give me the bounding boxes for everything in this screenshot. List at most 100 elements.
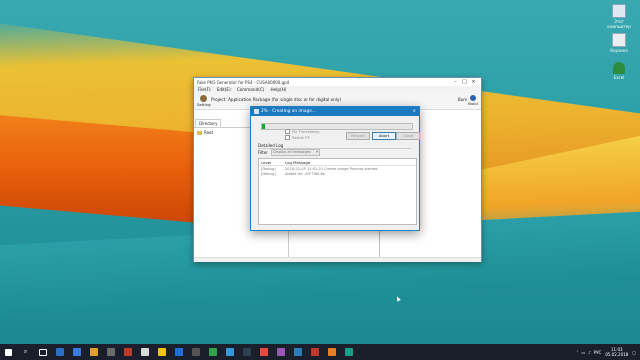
system-tray: ˄ ▭ ♪ РУС 11:03 05.02.2018 ▢ bbox=[576, 344, 636, 360]
app-icon bbox=[225, 348, 234, 356]
dialog-titlebar[interactable]: 2% - Creating an image... × bbox=[251, 107, 419, 116]
menu-bar: File(F) Edit(E) Command(C) Help(H) bbox=[194, 86, 481, 93]
menu-file[interactable]: File(F) bbox=[198, 87, 211, 92]
taskbar: ⌕ ˄ ▭ ♪ РУС 11:03 05.02.2018 ▢ bbox=[0, 344, 640, 360]
burn-button[interactable]: Burn bbox=[458, 97, 467, 102]
desktop-icon-this-pc[interactable]: Этот компьютер bbox=[606, 4, 632, 29]
taskbar-app[interactable] bbox=[275, 347, 286, 358]
app-icon bbox=[254, 109, 259, 114]
restart-button[interactable]: Restart bbox=[346, 132, 370, 140]
abort-button[interactable]: Abort bbox=[372, 132, 396, 140]
desktop-icon-label: Excel bbox=[613, 75, 625, 80]
network-icon[interactable]: ▭ bbox=[581, 350, 585, 355]
filter-value: Display all messages bbox=[273, 150, 311, 154]
log-row[interactable]: [Debug] Added dir: /UP Title:fw bbox=[259, 171, 416, 176]
setting-button[interactable]: Setting bbox=[197, 95, 211, 107]
tree-icon bbox=[613, 62, 625, 74]
taskbar-app[interactable] bbox=[343, 347, 354, 358]
taskbar-app[interactable] bbox=[71, 347, 82, 358]
taskbar-app[interactable] bbox=[156, 347, 167, 358]
taskbar-app[interactable] bbox=[173, 347, 184, 358]
log-level: [Debug] bbox=[261, 171, 276, 176]
gear-icon bbox=[199, 95, 207, 102]
chevron-down-icon: ▾ bbox=[316, 150, 318, 154]
app-icon bbox=[123, 348, 132, 356]
clock-date: 05.02.2018 bbox=[605, 352, 629, 357]
tab-directory[interactable]: Directory bbox=[195, 119, 222, 127]
taskbar-app[interactable] bbox=[309, 347, 320, 358]
maximize-button[interactable]: □ bbox=[460, 79, 469, 85]
column-log-message[interactable]: Log Message bbox=[285, 160, 310, 165]
app-icon bbox=[157, 348, 166, 356]
taskbar-app[interactable] bbox=[88, 347, 99, 358]
menu-help[interactable]: Help(H) bbox=[270, 87, 286, 92]
taskbar-app[interactable] bbox=[292, 347, 303, 358]
project-title: Project: Application Package (for single… bbox=[211, 97, 342, 102]
window-title: Fake PKG Generator for PS4 - CUSA00000.g… bbox=[197, 79, 290, 85]
task-view-button[interactable] bbox=[37, 347, 48, 358]
window-titlebar[interactable]: Fake PKG Generator for PS4 - CUSA00000.g… bbox=[194, 78, 481, 86]
log-list[interactable]: Level Log Message [Debug] 2018-02-05 11:… bbox=[258, 158, 417, 225]
dialog-title: 2% - Creating an image... bbox=[261, 109, 316, 114]
close-button[interactable]: × bbox=[469, 79, 478, 85]
log-message: 2018-02-05 11:02:21 Create image Process… bbox=[285, 166, 379, 171]
checkbox-box bbox=[285, 135, 290, 140]
minimize-button[interactable]: – bbox=[451, 79, 460, 85]
language-indicator[interactable]: РУС bbox=[594, 350, 602, 355]
taskbar-app[interactable] bbox=[207, 347, 218, 358]
log-message: Added dir: /UP Title:fw bbox=[285, 171, 325, 176]
app-icon bbox=[327, 348, 336, 356]
app-icon bbox=[174, 348, 183, 356]
filter-label: Filter bbox=[258, 150, 268, 155]
filter-select[interactable]: Display all messages ▾ bbox=[271, 149, 320, 156]
desktop-icon-recycle-bin[interactable]: Корзина bbox=[606, 33, 632, 53]
notifications-icon[interactable]: ▢ bbox=[632, 350, 636, 355]
app-icon bbox=[242, 348, 251, 356]
taskbar-app[interactable] bbox=[105, 347, 116, 358]
taskbar-app[interactable] bbox=[54, 347, 65, 358]
search-icon: ⌕ bbox=[23, 348, 28, 355]
app-icon bbox=[106, 348, 115, 356]
retain-pf-checkbox[interactable]: Retain PF bbox=[285, 135, 310, 140]
progress-fill bbox=[262, 124, 265, 129]
checkbox-label: Fix Timestamp bbox=[292, 129, 320, 134]
checkbox-box bbox=[285, 129, 290, 134]
taskbar-app[interactable] bbox=[122, 347, 133, 358]
app-icon bbox=[293, 348, 302, 356]
desktop-icon-excel[interactable]: Excel bbox=[606, 62, 632, 80]
menu-edit[interactable]: Edit(E) bbox=[217, 87, 231, 92]
app-icon bbox=[89, 348, 98, 356]
dialog-close-button[interactable]: × bbox=[412, 109, 416, 114]
start-button[interactable] bbox=[3, 347, 14, 358]
taskbar-app[interactable] bbox=[190, 347, 201, 358]
fix-timestamp-checkbox[interactable]: Fix Timestamp bbox=[285, 129, 320, 134]
desktop: Этот компьютер Корзина Excel Fake PKG Ge… bbox=[0, 0, 640, 344]
folder-icon bbox=[197, 131, 202, 135]
volume-icon[interactable]: ♪ bbox=[588, 350, 591, 355]
status-bar bbox=[194, 257, 481, 262]
clock[interactable]: 11:03 05.02.2018 bbox=[605, 347, 628, 357]
dialog-close-action-button[interactable]: Close bbox=[396, 132, 420, 140]
app-icon bbox=[259, 348, 268, 356]
column-level[interactable]: Level bbox=[259, 160, 285, 165]
app-icon bbox=[72, 348, 81, 356]
tree-item-root[interactable]: Root bbox=[204, 130, 213, 135]
menu-command[interactable]: Command(C) bbox=[237, 87, 265, 92]
task-view-icon bbox=[38, 348, 47, 356]
search-button[interactable]: ⌕ bbox=[20, 347, 31, 358]
taskbar-app[interactable] bbox=[224, 347, 235, 358]
app-icon bbox=[310, 348, 319, 356]
app-icon bbox=[140, 348, 149, 356]
desktop-icon-label: Корзина bbox=[610, 48, 628, 53]
app-icon bbox=[344, 348, 353, 356]
chevron-up-icon[interactable]: ˄ bbox=[576, 350, 578, 355]
build-button[interactable]: Build bbox=[468, 95, 478, 106]
taskbar-app[interactable] bbox=[258, 347, 269, 358]
taskbar-app[interactable] bbox=[326, 347, 337, 358]
taskbar-app[interactable] bbox=[241, 347, 252, 358]
app-icon bbox=[191, 348, 200, 356]
app-icon bbox=[55, 348, 64, 356]
taskbar-app[interactable] bbox=[139, 347, 150, 358]
mouse-cursor bbox=[395, 295, 401, 302]
app-icon bbox=[208, 348, 217, 356]
